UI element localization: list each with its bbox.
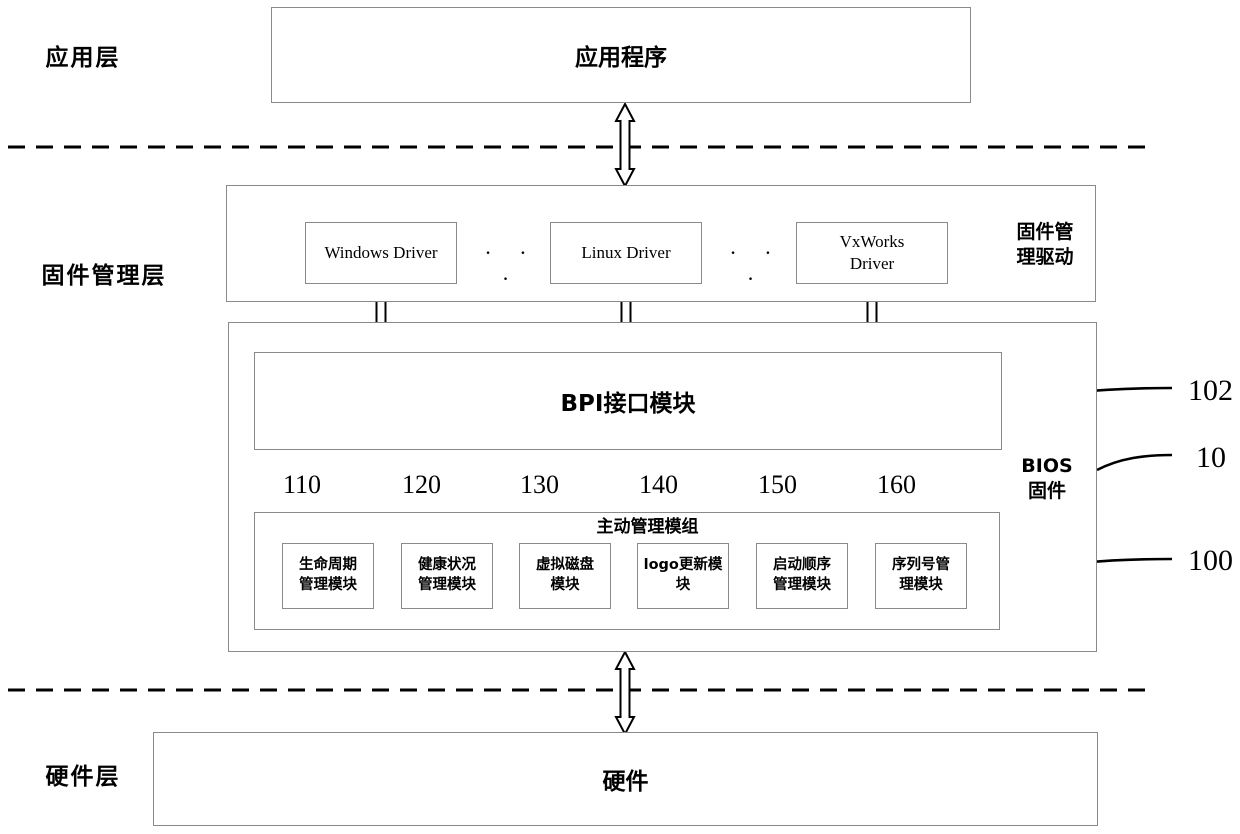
lifecycle-management-module-box[interactable]: 生命周期 管理模块	[282, 543, 374, 609]
arrow-app-to-firmware	[614, 101, 636, 189]
windows-driver-box[interactable]: Windows Driver	[305, 222, 457, 284]
diagram-canvas: 应用层 固件管理层 硬件层 应用程序 固件管 理驱动 Windows Drive…	[0, 0, 1240, 834]
module-ref-130: 130	[520, 470, 559, 499]
vxworks-driver-label: VxWorks Driver	[839, 231, 905, 273]
reference-number-10: 10	[1196, 441, 1226, 474]
reference-number-100: 100	[1188, 544, 1233, 577]
bpi-interface-module-box[interactable]: BPI接口模块	[254, 352, 1002, 450]
application-box-label: 应用程序	[575, 45, 667, 71]
health-status-management-module-label: 健康状况 管理模块	[418, 557, 476, 593]
module-ref-140: 140	[639, 470, 678, 499]
firmware-driver-group-side-label: 固件管 理驱动	[1016, 221, 1074, 268]
serial-number-management-module-label: 序列号管 理模块	[892, 557, 950, 593]
health-status-management-module-box[interactable]: 健康状况 管理模块	[401, 543, 493, 609]
logo-update-module-label: logo更新模 块	[643, 557, 723, 593]
virtual-disk-module-label: 虚拟磁盘 模块	[536, 557, 594, 593]
vxworks-driver-box[interactable]: VxWorks Driver	[796, 222, 948, 284]
arrow-bios-to-hardware	[614, 649, 636, 737]
module-ref-120: 120	[402, 470, 441, 499]
module-ref-110: 110	[283, 470, 322, 499]
active-management-group-label: 主动管理模组	[596, 517, 699, 538]
driver-ellipsis-left: · · ·	[484, 240, 538, 291]
boot-order-management-module-label: 启动顺序 管理模块	[773, 557, 831, 593]
layer-label-hardware: 硬件层	[45, 763, 121, 790]
layer-label-application: 应用层	[45, 44, 121, 71]
reference-number-102: 102	[1188, 374, 1233, 407]
logo-update-module-box[interactable]: logo更新模 块	[637, 543, 729, 609]
leader-line-10	[1096, 453, 1173, 472]
hardware-box[interactable]: 硬件	[153, 732, 1098, 826]
hardware-box-label: 硬件	[602, 769, 649, 795]
application-box[interactable]: 应用程序	[271, 7, 971, 103]
bpi-interface-module-label: BPI接口模块	[560, 391, 696, 417]
bios-firmware-side-label: BIOS 固件	[1021, 455, 1073, 502]
layer-label-firmware-management: 固件管理层	[41, 262, 167, 289]
linux-driver-box[interactable]: Linux Driver	[550, 222, 702, 284]
windows-driver-label: Windows Driver	[324, 243, 438, 262]
virtual-disk-module-box[interactable]: 虚拟磁盘 模块	[519, 543, 611, 609]
module-ref-160: 160	[877, 470, 916, 499]
lifecycle-management-module-label: 生命周期 管理模块	[299, 557, 357, 593]
serial-number-management-module-box[interactable]: 序列号管 理模块	[875, 543, 967, 609]
boot-order-management-module-box[interactable]: 启动顺序 管理模块	[756, 543, 848, 609]
linux-driver-label: Linux Driver	[581, 243, 671, 262]
driver-ellipsis-right: · · ·	[729, 240, 783, 291]
module-ref-150: 150	[758, 470, 797, 499]
